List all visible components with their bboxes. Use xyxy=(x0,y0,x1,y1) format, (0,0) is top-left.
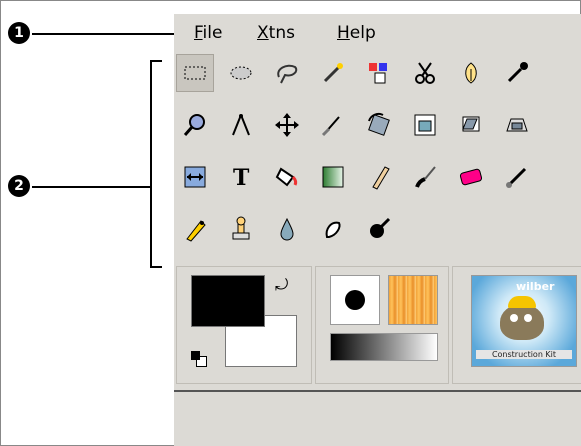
menu-help-rest: elp xyxy=(349,23,376,43)
menu-xtns[interactable]: Xtns xyxy=(257,23,295,43)
tool-fuzzy-select-wand[interactable] xyxy=(314,54,352,92)
callout-2-line xyxy=(32,186,150,188)
ellipse-select-icon xyxy=(230,66,252,80)
tool-smudge[interactable] xyxy=(314,210,352,248)
tool-gradient[interactable] xyxy=(314,158,352,196)
perspective-icon xyxy=(506,118,528,132)
tool-dodge-burn[interactable] xyxy=(360,210,398,248)
menu-help-mnemonic: H xyxy=(337,23,350,43)
tool-select-by-color[interactable] xyxy=(360,54,398,92)
paintbrush-icon xyxy=(415,166,436,188)
brush-preview[interactable] xyxy=(330,275,380,325)
callout-2: 2 xyxy=(8,175,30,197)
tool-rect-select[interactable] xyxy=(176,54,214,92)
blur-drop-icon xyxy=(280,217,294,241)
tool-bucket-fill[interactable] xyxy=(268,158,306,196)
tool-ellipse-select[interactable] xyxy=(222,54,260,92)
tool-crop[interactable] xyxy=(314,106,352,144)
tool-pencil[interactable] xyxy=(360,158,398,196)
lasso-icon xyxy=(277,64,298,84)
tool-flip[interactable] xyxy=(176,158,214,196)
image-thumbnail[interactable]: wilber Construction Kit xyxy=(471,275,577,367)
tool-lasso[interactable] xyxy=(268,54,306,92)
tool-rotate[interactable] xyxy=(360,106,398,144)
thumbnail-caption: Construction Kit xyxy=(476,350,572,359)
measure-icon xyxy=(232,114,250,136)
brush-pattern-gradient-area xyxy=(315,266,449,384)
airbrush-icon xyxy=(506,167,527,188)
tool-shear[interactable] xyxy=(452,106,490,144)
svg-text:T: T xyxy=(233,165,250,191)
pencil-icon xyxy=(372,166,390,190)
tool-scissors[interactable] xyxy=(406,54,444,92)
foreground-select-icon xyxy=(465,62,477,84)
bracket-vertical xyxy=(150,60,152,268)
ink-icon xyxy=(186,220,206,242)
toolbox-window: File Xtns Help T ⤾ wilber Construction K… xyxy=(174,14,581,446)
tool-blur-drop[interactable] xyxy=(268,210,306,248)
callout-1: 1 xyxy=(8,22,30,44)
gradient-icon xyxy=(322,166,344,188)
tool-text[interactable]: T xyxy=(222,158,260,196)
thumbnail-title: wilber xyxy=(516,280,555,293)
shear-icon xyxy=(462,116,480,132)
tool-magnify[interactable] xyxy=(176,106,214,144)
crop-icon xyxy=(321,116,340,137)
menu-file-mnemonic: F xyxy=(194,23,203,43)
clone-stamp-icon xyxy=(232,216,250,240)
swap-colors-icon[interactable]: ⤾ xyxy=(275,275,288,295)
rotate-icon xyxy=(368,112,390,136)
bucket-fill-icon xyxy=(275,167,298,187)
scissors-icon xyxy=(415,62,435,84)
color-picker-icon xyxy=(507,62,528,83)
menubar: File Xtns Help xyxy=(174,14,581,48)
menu-xtns-mnemonic: X xyxy=(257,23,269,43)
menu-help[interactable]: Help xyxy=(337,23,376,43)
bracket-bottom xyxy=(150,266,162,268)
smudge-icon xyxy=(325,221,341,238)
bottom-separator xyxy=(174,390,581,392)
tool-foreground-select[interactable] xyxy=(452,54,490,92)
tool-paintbrush[interactable] xyxy=(406,158,444,196)
menu-xtns-rest: tns xyxy=(268,23,295,43)
wilber-mascot-icon xyxy=(500,296,544,340)
eraser-icon xyxy=(459,168,483,186)
brush-dot-icon xyxy=(345,290,365,310)
active-image-area: wilber Construction Kit xyxy=(452,266,581,384)
tool-eraser[interactable] xyxy=(452,158,490,196)
tool-move[interactable] xyxy=(268,106,306,144)
bracket-top xyxy=(150,60,162,62)
fg-color-swatch[interactable] xyxy=(191,275,265,327)
menu-file[interactable]: File xyxy=(194,23,222,43)
flip-icon xyxy=(184,166,206,188)
tool-measure[interactable] xyxy=(222,106,260,144)
tool-perspective[interactable] xyxy=(498,106,536,144)
dodge-burn-icon xyxy=(370,217,391,238)
select-by-color-icon xyxy=(369,63,387,84)
tool-clone-stamp[interactable] xyxy=(222,210,260,248)
fuzzy-select-wand-icon xyxy=(323,63,343,83)
text-icon: T xyxy=(233,165,250,191)
tool-airbrush[interactable] xyxy=(498,158,536,196)
gradient-preview[interactable] xyxy=(330,333,438,361)
rect-select-icon xyxy=(184,66,206,80)
callout-1-line xyxy=(32,33,192,35)
default-colors-icon[interactable] xyxy=(191,351,207,367)
pattern-preview[interactable] xyxy=(388,275,438,325)
tool-ink[interactable] xyxy=(176,210,214,248)
menu-file-rest: ile xyxy=(202,23,223,43)
tool-color-picker[interactable] xyxy=(498,54,536,92)
magnify-icon xyxy=(183,114,205,136)
move-icon xyxy=(275,113,299,137)
tool-scale[interactable] xyxy=(406,106,444,144)
color-area: ⤾ xyxy=(176,266,312,384)
scale-icon xyxy=(414,114,436,136)
